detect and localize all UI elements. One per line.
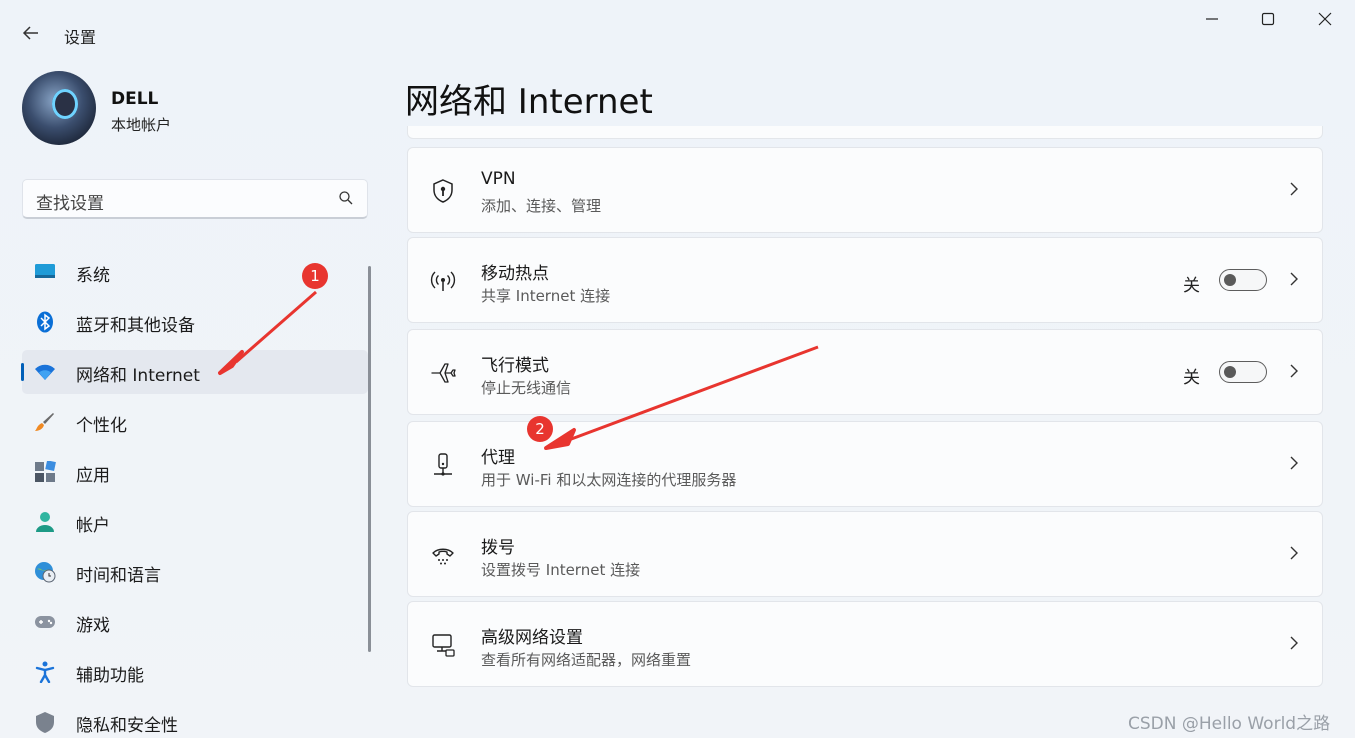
- card-subtitle: 添加、连接、管理: [481, 197, 602, 215]
- settings-card-airplane[interactable]: 飞行模式 停止无线通信 关: [407, 329, 1323, 415]
- toggle-knob: [1224, 274, 1236, 286]
- sidebar-item-label: 帐户: [76, 516, 110, 536]
- settings-window: 设置 DELL 本地帐户 查找设置 系统 蓝牙和其他设备 网络和 Interne…: [0, 0, 1355, 738]
- card-subtitle: 停止无线通信: [481, 379, 572, 397]
- airplane-toggle[interactable]: [1219, 361, 1267, 383]
- search-icon[interactable]: [338, 190, 354, 206]
- annotation-badge-2: 2: [527, 416, 553, 442]
- active-indicator: [21, 363, 24, 381]
- accessibility-icon: [35, 661, 55, 683]
- network-pc-icon: [432, 634, 455, 657]
- watermark: CSDN @Hello World之路: [1128, 714, 1331, 734]
- globe-clock-icon: [35, 562, 56, 583]
- chevron-right-icon[interactable]: [1288, 454, 1300, 472]
- card-title: 拨号: [481, 538, 515, 558]
- chevron-right-icon[interactable]: [1288, 634, 1300, 652]
- sidebar-item-label: 蓝牙和其他设备: [76, 316, 195, 336]
- sidebar-item-gaming[interactable]: 游戏: [22, 600, 368, 644]
- close-button[interactable]: [1302, 10, 1348, 32]
- monitor-icon: [35, 264, 55, 278]
- sidebar-item-label: 系统: [76, 266, 110, 286]
- airplane-icon: [431, 363, 456, 383]
- account-type: 本地帐户: [111, 116, 172, 134]
- card-title: 高级网络设置: [481, 628, 583, 648]
- card-subtitle: 共享 Internet 连接: [481, 287, 611, 305]
- maximize-icon: [1261, 12, 1275, 26]
- sidebar-item-network[interactable]: 网络和 Internet: [21, 350, 368, 394]
- paintbrush-icon: [35, 413, 54, 431]
- sidebar-item-label: 游戏: [76, 616, 110, 636]
- scrolled-card-edge: [407, 126, 1323, 139]
- chevron-right-icon[interactable]: [1288, 544, 1300, 562]
- minimize-icon: [1206, 18, 1218, 20]
- page-title: 网络和 Internet: [405, 82, 653, 122]
- card-title: 移动热点: [481, 264, 549, 284]
- sidebar-item-label: 网络和 Internet: [76, 366, 200, 386]
- minimize-button[interactable]: [1189, 10, 1235, 32]
- sidebar-item-accounts[interactable]: 帐户: [22, 500, 368, 544]
- toggle-state-label: 关: [1183, 276, 1200, 296]
- sidebar-item-accessibility[interactable]: 辅助功能: [22, 650, 368, 694]
- settings-card-advanced-network[interactable]: 高级网络设置 查看所有网络适配器，网络重置: [407, 601, 1323, 687]
- close-icon: [1318, 12, 1332, 26]
- app-title: 设置: [64, 28, 97, 47]
- card-subtitle: 查看所有网络适配器，网络重置: [481, 651, 692, 669]
- toggle-state-label: 关: [1183, 368, 1200, 388]
- card-subtitle: 用于 Wi-Fi 和以太网连接的代理服务器: [481, 471, 737, 489]
- sidebar-item-bluetooth[interactable]: 蓝牙和其他设备: [22, 300, 368, 344]
- toggle-knob: [1224, 366, 1236, 378]
- back-arrow-icon[interactable]: [20, 22, 42, 44]
- sidebar-item-apps[interactable]: 应用: [22, 450, 368, 494]
- sidebar-item-time-language[interactable]: 时间和语言: [22, 550, 368, 594]
- chevron-right-icon[interactable]: [1288, 180, 1300, 198]
- user-name: DELL: [111, 89, 159, 109]
- person-icon: [36, 512, 54, 532]
- annotation-badge-1: 1: [302, 263, 328, 289]
- maximize-button[interactable]: [1245, 10, 1291, 32]
- sidebar-item-label: 应用: [76, 466, 110, 486]
- sidebar-scrollbar[interactable]: [368, 266, 371, 652]
- settings-card-hotspot[interactable]: 移动热点 共享 Internet 连接 关: [407, 237, 1323, 323]
- chevron-right-icon[interactable]: [1288, 270, 1300, 288]
- card-title: 飞行模式: [481, 356, 549, 376]
- hotspot-icon: [430, 271, 456, 291]
- search-input[interactable]: 查找设置: [22, 179, 368, 219]
- settings-card-vpn[interactable]: VPN 添加、连接、管理: [407, 147, 1323, 233]
- avatar[interactable]: [22, 71, 96, 145]
- search-placeholder: 查找设置: [36, 194, 104, 214]
- sidebar-item-privacy[interactable]: 隐私和安全性: [22, 700, 368, 738]
- bluetooth-icon: [37, 311, 53, 333]
- sidebar-item-label: 时间和语言: [76, 566, 161, 586]
- vpn-shield-icon: [433, 179, 453, 203]
- dialup-icon: [432, 548, 454, 565]
- hotspot-toggle[interactable]: [1219, 269, 1267, 291]
- shield-icon: [36, 712, 54, 733]
- settings-card-dialup[interactable]: 拨号 设置拨号 Internet 连接: [407, 511, 1323, 597]
- card-subtitle: 设置拨号 Internet 连接: [481, 561, 641, 579]
- apps-icon: [35, 461, 56, 482]
- wifi-icon: [35, 364, 55, 380]
- proxy-icon: [434, 453, 452, 476]
- gamepad-icon: [35, 616, 55, 628]
- sidebar-item-label: 辅助功能: [76, 666, 144, 686]
- card-title: 代理: [481, 448, 515, 468]
- sidebar-item-personalization[interactable]: 个性化: [22, 400, 368, 444]
- chevron-right-icon[interactable]: [1288, 362, 1300, 380]
- sidebar-item-label: 隐私和安全性: [76, 716, 178, 736]
- sidebar-item-label: 个性化: [76, 416, 127, 436]
- card-title: VPN: [481, 169, 516, 189]
